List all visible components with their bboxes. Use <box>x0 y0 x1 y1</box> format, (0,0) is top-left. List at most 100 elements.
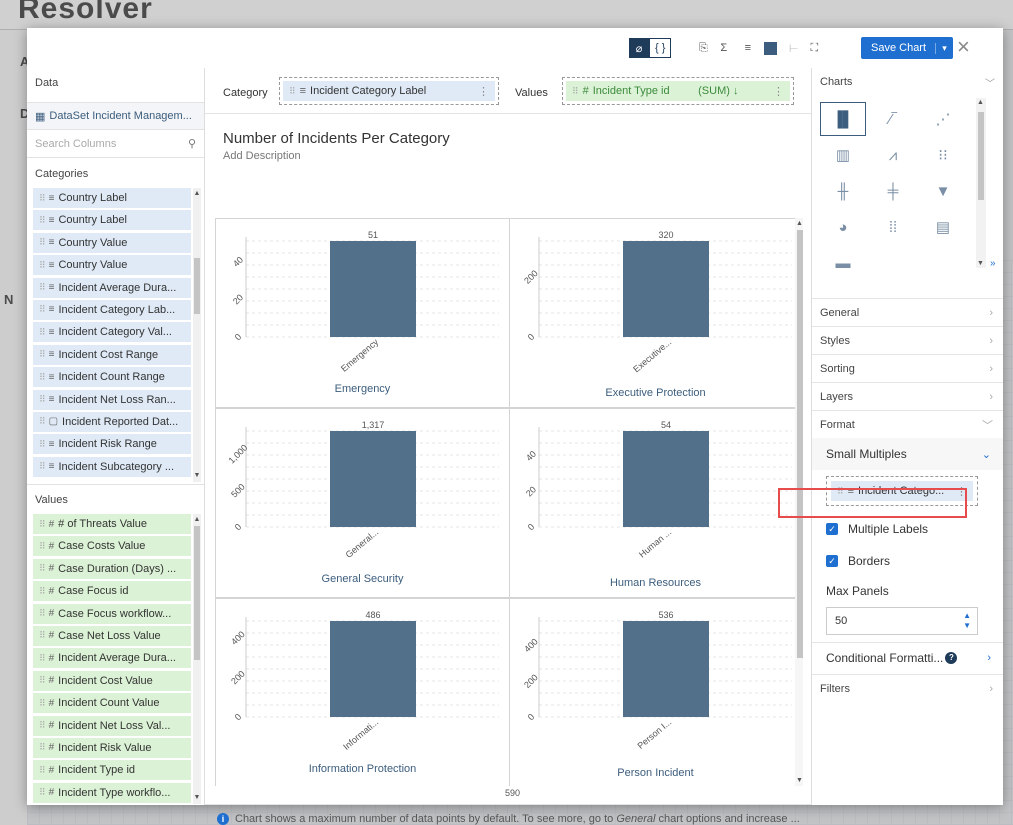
values-scrollbar[interactable]: ▲ ▼ <box>193 514 201 804</box>
chart-types-scrollbar[interactable]: ▲ ▼ <box>976 98 986 268</box>
expand-panel-icon[interactable]: » <box>990 258 996 269</box>
field-item[interactable]: ⠿ ≡ Incident Net Loss Ran... <box>33 389 191 410</box>
bar-chart-type-icon[interactable]: ▐▌ <box>820 102 866 136</box>
category-shelf-label: Category <box>223 87 268 99</box>
field-item[interactable]: ⠿ # Incident Risk Value <box>33 737 191 758</box>
field-item[interactable]: ⠿ # Incident Net Loss Val... <box>33 715 191 736</box>
save-dropdown-icon[interactable]: ▾ <box>935 42 953 54</box>
field-item[interactable]: ⠿ # Incident Count Value <box>33 693 191 714</box>
field-item[interactable]: ⠿ # Incident Average Dura... <box>33 648 191 669</box>
color-square-icon[interactable] <box>758 38 783 58</box>
field-item[interactable]: ⠿ ≡ Incident Count Range <box>33 367 191 388</box>
chart-panel[interactable]: 0 200 320 Executive... Executive Protection <box>508 218 803 408</box>
stepper-icon[interactable]: ▲ ▼ <box>963 611 971 631</box>
multi-line-type-icon[interactable]: ⩘ <box>870 138 916 172</box>
field-item[interactable]: ⠿ ≡ Country Value <box>33 255 191 276</box>
grip-icon: ⠿ <box>39 326 46 337</box>
field-item[interactable]: ⠿ ≡ Incident Average Dura... <box>33 277 191 298</box>
kebab-menu-icon[interactable]: ⋮ <box>767 85 784 98</box>
funnel-type-icon[interactable]: ▼ <box>920 174 966 208</box>
field-item[interactable]: ⠿ # # of Threats Value <box>33 514 191 534</box>
section-styles[interactable]: Styles › <box>812 326 1003 354</box>
box-plot-type-icon[interactable]: ╫ <box>820 174 866 208</box>
chart-panel[interactable]: 0 20 40 54 Human ... Human Resources <box>508 408 803 598</box>
save-chart-button[interactable]: Save Chart ▾ <box>861 37 953 59</box>
table-type-icon[interactable]: ▤ <box>920 210 966 244</box>
bar[interactable] <box>623 241 709 337</box>
field-item[interactable]: ⠿ # Case Net Loss Value <box>33 625 191 646</box>
small-multiples-section[interactable]: Small Multiples ⌄ <box>812 438 1003 470</box>
field-item[interactable]: ⠿ # Incident Type workflo... <box>33 782 191 803</box>
sigma-icon[interactable]: Σ <box>714 38 734 58</box>
grip-icon: ⠿ <box>39 304 46 315</box>
field-item[interactable]: ⠿ # Case Focus workflow... <box>33 603 191 624</box>
field-item[interactable]: ⠿ ≡ Incident Subcategory ... <box>33 456 191 477</box>
chart-panel[interactable]: 0 20 40 51 Emergency Emergency <box>215 218 510 408</box>
chart-title[interactable]: Number of Incidents Per Category <box>223 130 450 147</box>
bar[interactable] <box>330 241 416 337</box>
dot-plot-type-icon[interactable]: ⁝⁝ <box>920 138 966 172</box>
chart-description[interactable]: Add Description <box>223 150 301 162</box>
field-item[interactable]: ⠿ # Incident Type id <box>33 760 191 781</box>
field-item[interactable]: ⠿ ≡ Incident Category Lab... <box>33 299 191 320</box>
charts-section-header[interactable]: Charts ﹀ <box>812 68 1003 96</box>
scatter-chart-type-icon[interactable]: ⋰ <box>920 102 966 136</box>
bar[interactable] <box>330 431 416 527</box>
code-mode-button[interactable]: { } <box>649 38 672 58</box>
field-item[interactable]: ⠿ ≡ Country Label <box>33 188 191 208</box>
chart-options-panel: Charts ﹀ ▐▌ ⁄‾ ⋰ ▥ ⩘ ⁝⁝ ╫ ╪ ▼ ◕ ⁞⁞ ▤ ▬ ▲… <box>811 68 1003 805</box>
field-item[interactable]: ⠿ ≡ Country Label <box>33 210 191 231</box>
field-item[interactable]: ⠿ ≡ Incident Cost Range <box>33 344 191 365</box>
bar[interactable] <box>623 431 709 527</box>
search-columns-input[interactable]: Search Columns ⚲ <box>27 130 204 158</box>
pie-chart-type-icon[interactable]: ◕ <box>820 210 866 244</box>
field-item[interactable]: ⠿ # Case Duration (Days) ... <box>33 558 191 579</box>
y-tick-label: 400 <box>229 629 247 647</box>
filter-icon[interactable]: ≡ <box>738 38 758 58</box>
multiple-labels-checkbox[interactable]: ✓ Multiple Labels <box>826 518 928 540</box>
category-drop-zone[interactable]: ⠿ ≡ Incident Category Label ⋮ <box>279 77 499 105</box>
more-chart-type-icon[interactable]: ▬ <box>820 246 866 269</box>
values-drop-zone[interactable]: ⠿ # Incident Type id (SUM) ↓ ⋮ <box>562 77 794 105</box>
field-item[interactable]: ⠿ # Case Focus id <box>33 581 191 602</box>
categories-scrollbar[interactable]: ▲ ▼ <box>193 188 201 482</box>
field-item[interactable]: ⠿ # Case Costs Value <box>33 536 191 557</box>
section-filters[interactable]: Filters › <box>812 674 1003 702</box>
bar[interactable] <box>330 621 416 717</box>
field-item[interactable]: ⠿ # Incident Cost Value <box>33 670 191 691</box>
chart-panel[interactable]: 0 500 1,000 1,317 General... General Security <box>215 408 510 598</box>
y-tick-label: 0 <box>233 332 244 343</box>
close-icon[interactable]: × <box>957 36 970 58</box>
dataset-selector[interactable]: ▦ DataSet Incident Managem... <box>27 102 204 130</box>
fit-width-icon[interactable]: ⊢ <box>783 38 805 58</box>
category-field-pill[interactable]: ⠿ ≡ Incident Category Label ⋮ <box>283 81 495 101</box>
visual-mode-button[interactable]: ⌀ <box>629 38 649 58</box>
y-tick-label: 400 <box>522 637 540 655</box>
bar[interactable] <box>623 621 709 717</box>
formula-icon[interactable]: ⎘ <box>693 38 714 58</box>
field-item[interactable]: ⠿ ≡ Incident Risk Range <box>33 434 191 455</box>
range-chart-type-icon[interactable]: ╪ <box>870 174 916 208</box>
field-item[interactable]: ⠿ ▢ Incident Reported Dat... <box>33 411 191 432</box>
field-item[interactable]: ⠿ ≡ Country Value <box>33 232 191 253</box>
stacked-bar-type-icon[interactable]: ▥ <box>820 138 866 172</box>
kebab-menu-icon[interactable]: ⋮ <box>472 85 489 98</box>
field-item[interactable]: ⠿ ≡ Incident Category Val... <box>33 322 191 343</box>
conditional-formatting-section[interactable]: Conditional Formatti... ? › <box>812 642 1003 672</box>
chart-panel[interactable]: 0 200 400 536 Person I... Person Incident <box>508 598 803 786</box>
aggregation-label[interactable]: (SUM) ↓ <box>698 85 738 97</box>
max-panels-input[interactable]: 50 ▲ ▼ <box>826 607 978 635</box>
chart-panel[interactable]: 0 200 400 486 Informati... Information Protec… <box>215 598 510 786</box>
section-format[interactable]: Format ﹀ <box>812 410 1003 438</box>
values-field-pill[interactable]: ⠿ # Incident Type id (SUM) ↓ ⋮ <box>566 81 790 101</box>
section-general[interactable]: General › <box>812 298 1003 326</box>
section-sorting[interactable]: Sorting › <box>812 354 1003 382</box>
mode-toggle: ⌀ { } <box>629 38 672 58</box>
section-layers[interactable]: Layers › <box>812 382 1003 410</box>
line-chart-type-icon[interactable]: ⁄‾ <box>870 102 916 136</box>
dot-matrix-type-icon[interactable]: ⁞⁞ <box>870 210 916 244</box>
categories-heading: Categories <box>35 168 89 180</box>
fullscreen-icon[interactable]: ⛶ <box>804 38 824 58</box>
help-icon[interactable]: ? <box>945 651 958 664</box>
borders-checkbox[interactable]: ✓ Borders <box>826 550 890 572</box>
